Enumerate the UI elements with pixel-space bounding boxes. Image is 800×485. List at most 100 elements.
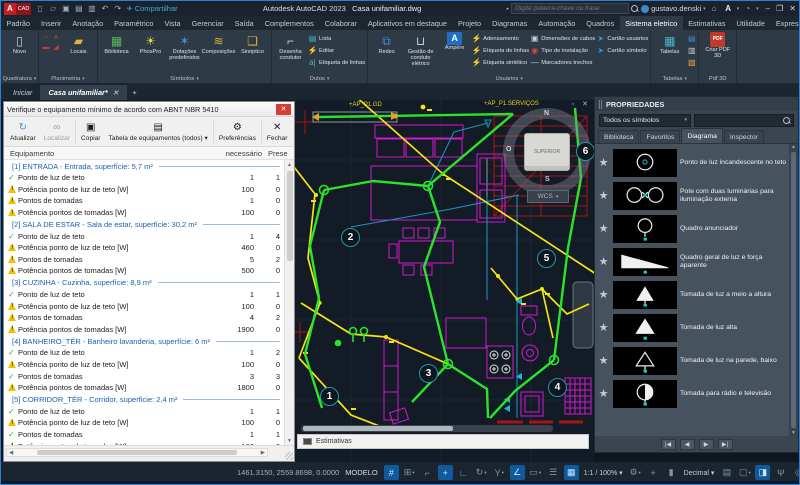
ribbon-button-tipo-de-instalacao[interactable]: ◉Tipo de instalação [530, 45, 595, 57]
ribbon-tab-utilidade[interactable]: Utilidade [731, 16, 770, 30]
status-icon[interactable]: ▮ [664, 465, 679, 480]
minimize-button[interactable]: – [766, 4, 770, 13]
tab-favoritos[interactable]: Favoritos [640, 130, 680, 143]
status-icon[interactable]: ▤ [719, 465, 734, 480]
symbol-item-pote-com-duas-luminarias-para-[interactable]: ★Pote com duas luminárias para iluminaçã… [597, 179, 788, 212]
ribbon-button-t1[interactable]: ▤ [687, 33, 696, 45]
viewcube-south[interactable]: S [545, 176, 550, 183]
prev-page-button[interactable]: ◀ [680, 439, 695, 450]
planimetria-tool-icon[interactable]: ∧ [51, 32, 61, 42]
favorite-star-icon[interactable]: ★ [597, 387, 610, 400]
last-page-button[interactable]: ▶| [718, 439, 733, 450]
ribbon-button-redes[interactable]: ⧉Redes [370, 32, 403, 56]
dialog-close-button[interactable]: ✕ [276, 104, 291, 115]
symbol-item-tomada-de-luz-alta[interactable]: ★Tomada de luz alta [597, 311, 788, 344]
save-as-button[interactable]: ▥ [86, 3, 97, 14]
ribbon-tab-anotacao[interactable]: Anotação [67, 16, 109, 30]
tab-biblioteca[interactable]: Biblioteca [598, 130, 639, 143]
palette-grip[interactable] [599, 100, 602, 109]
ribbon-button-dotacoes-predefinidos[interactable]: ✶Dotações predefinidos [168, 32, 201, 62]
viewcube-west[interactable]: O [506, 146, 511, 153]
ribbon-button-dimensoes-de-cabos[interactable]: ▣Dimensões de cabos [530, 33, 595, 45]
equipment-row[interactable]: ✓Ponto de luz de teto11 [4, 172, 284, 184]
symbol-item-tomada-de-luz-na-parede-baixo[interactable]: ★Tomada de luz na parede, baixo [597, 344, 788, 377]
equipment-row[interactable]: Potência pontos de tomadas [W]5000 [4, 265, 284, 277]
scroll-up-icon[interactable]: ▲ [791, 144, 796, 150]
properties-header[interactable]: PROPRIEDADES [595, 97, 798, 111]
status-icon[interactable]: # [384, 465, 399, 480]
help-icon[interactable]: ◔ [742, 3, 753, 14]
drawing-window-controls[interactable]: ▫ ✕ [572, 100, 591, 108]
symbol-item-tomada-para-radio-e-televisao[interactable]: ★Tomada para rádio e televisão [597, 377, 788, 410]
dialog-tool-copiar[interactable]: ▣Copiar [77, 118, 104, 145]
status-icon[interactable]: ⌐ [420, 465, 435, 480]
ribbon-tab-quadros[interactable]: Quadros [581, 16, 620, 30]
viewcube-north[interactable]: N [544, 110, 549, 117]
dialog-vscrollbar[interactable]: ▲ ▼ [284, 160, 294, 445]
ribbon-tab-parametrico[interactable]: Paramétrico [109, 16, 159, 30]
ribbon-button-cartao-simbolo[interactable]: ➤Cartão símbolo [596, 45, 648, 57]
favorite-star-icon[interactable]: ★ [597, 354, 610, 367]
autocad-logo-icon[interactable]: A CAD [4, 3, 31, 15]
dialog-tool-preferencias[interactable]: ⚙Preferências [215, 118, 260, 145]
save-button[interactable]: ▣ [60, 3, 71, 14]
equipment-row[interactable]: Potência pontos de tomadas [W]19000 [4, 324, 284, 336]
ribbon-tab-sistema-eletrico[interactable]: Sistema eletrico [620, 16, 683, 30]
symbol-item-ponto-de-luz-incandescente-no-[interactable]: ★Ponto de luz incandescente no teto [597, 146, 788, 179]
ribbon-button-composicoes[interactable]: ≋Composições [202, 32, 235, 56]
file-tab-casa-unifamiliar[interactable]: Casa unifamiliar*✕ [40, 85, 126, 100]
scroll-left-icon[interactable]: ◀ [9, 450, 13, 456]
ribbon-group-label[interactable]: Tabelas▾ [651, 74, 698, 83]
dialog-tool-localizar[interactable]: ∞Localizar [40, 118, 74, 145]
status-icon[interactable]: ◨ [755, 465, 770, 480]
ribbon-button-t2[interactable]: ▥ [687, 45, 696, 57]
estimativas-bar[interactable]: Estimativas [297, 434, 589, 449]
dialog-title-bar[interactable]: Verifique o equipamento mínimo de acordo… [4, 102, 294, 117]
status-1-1-100[interactable]: 1:1 / 100% ▾ [582, 465, 625, 480]
drawing-canvas[interactable]: +AP_P1.GD +AP_P1.SERVIÇOS ▫ ✕ N O L S SU… [291, 100, 594, 462]
dialog-tool-fechar[interactable]: ✕Fechar [263, 118, 292, 145]
equipment-row[interactable]: ✓Ponto de luz de teto11 [4, 406, 284, 418]
redo-button[interactable]: ↷ [112, 3, 123, 14]
planimetria-tool-icon[interactable]: ▬ [41, 42, 51, 52]
favorite-star-icon[interactable]: ★ [597, 222, 610, 235]
close-button[interactable]: ✕ [789, 4, 796, 13]
resize-grip[interactable] [285, 452, 293, 460]
app-store-icon[interactable]: ⌂ [709, 3, 720, 14]
status-icon[interactable]: ◎ [791, 465, 799, 480]
next-page-button[interactable]: ▶ [699, 439, 714, 450]
ribbon-group-label[interactable]: Símbolos▾ [98, 74, 271, 83]
ribbon-button-lista[interactable]: ▤Lista [308, 33, 365, 45]
symbol-item-quadro-anunciador[interactable]: ★Quadro anunciador [597, 212, 788, 245]
status-decimal[interactable]: Decimal ▾ [682, 465, 717, 480]
scroll-down-icon[interactable]: ▼ [791, 430, 796, 436]
ribbon-button-etiqueta-de-linhas[interactable]: ⚡Etiqueta de linhas [472, 45, 529, 57]
ribbon-button-locais[interactable]: ▰Locais [62, 32, 95, 56]
new-tab-button[interactable]: + [127, 85, 143, 100]
status-icon[interactable]: ⚙▾ [628, 465, 643, 480]
tab-inspector[interactable]: Inspector [724, 130, 764, 143]
restore-button[interactable]: ❐ [776, 4, 783, 13]
ribbon-tab-projeto[interactable]: Projeto [452, 16, 486, 30]
viewcube-top-face[interactable]: SUPERIOR [524, 133, 570, 171]
status-icon[interactable]: ⊞▾ [402, 465, 417, 480]
ribbon-button-desenha-condutor[interactable]: ⌐Desenha condutor [274, 32, 307, 62]
planimetria-tool-icon[interactable]: ◢ [51, 42, 61, 52]
status-icon[interactable]: ▢▾ [737, 465, 752, 480]
favorite-star-icon[interactable]: ★ [597, 255, 610, 268]
equipment-row[interactable]: Pontos de tomadas52 [4, 254, 284, 266]
ribbon-tab-automacao[interactable]: Automação [533, 16, 581, 30]
ribbon-button-editar[interactable]: ⚡Editar [308, 45, 365, 57]
status-icon[interactable]: ▭▾ [528, 465, 543, 480]
file-tab-iniciar[interactable]: Iniciar [5, 85, 40, 100]
ribbon-button-tabelas[interactable]: ▦Tabelas [653, 32, 686, 56]
autodesk-a-icon[interactable]: A [723, 3, 734, 14]
search-icon[interactable] [631, 5, 638, 12]
search-expand-icon[interactable]: ▸ [507, 6, 510, 12]
equipment-row[interactable]: Potência ponto de luz de teto [W]1000 [4, 184, 284, 196]
ribbon-button-marcadores-trechos[interactable]: —Marcadores trechos [530, 57, 595, 69]
ribbon-group-label[interactable]: Pdf 3D [699, 74, 736, 83]
drawing-hscrollbar[interactable] [301, 425, 553, 432]
scroll-up-icon[interactable]: ▲ [287, 160, 292, 169]
ribbon-button-biblioteca[interactable]: ▦Biblioteca [100, 32, 133, 56]
